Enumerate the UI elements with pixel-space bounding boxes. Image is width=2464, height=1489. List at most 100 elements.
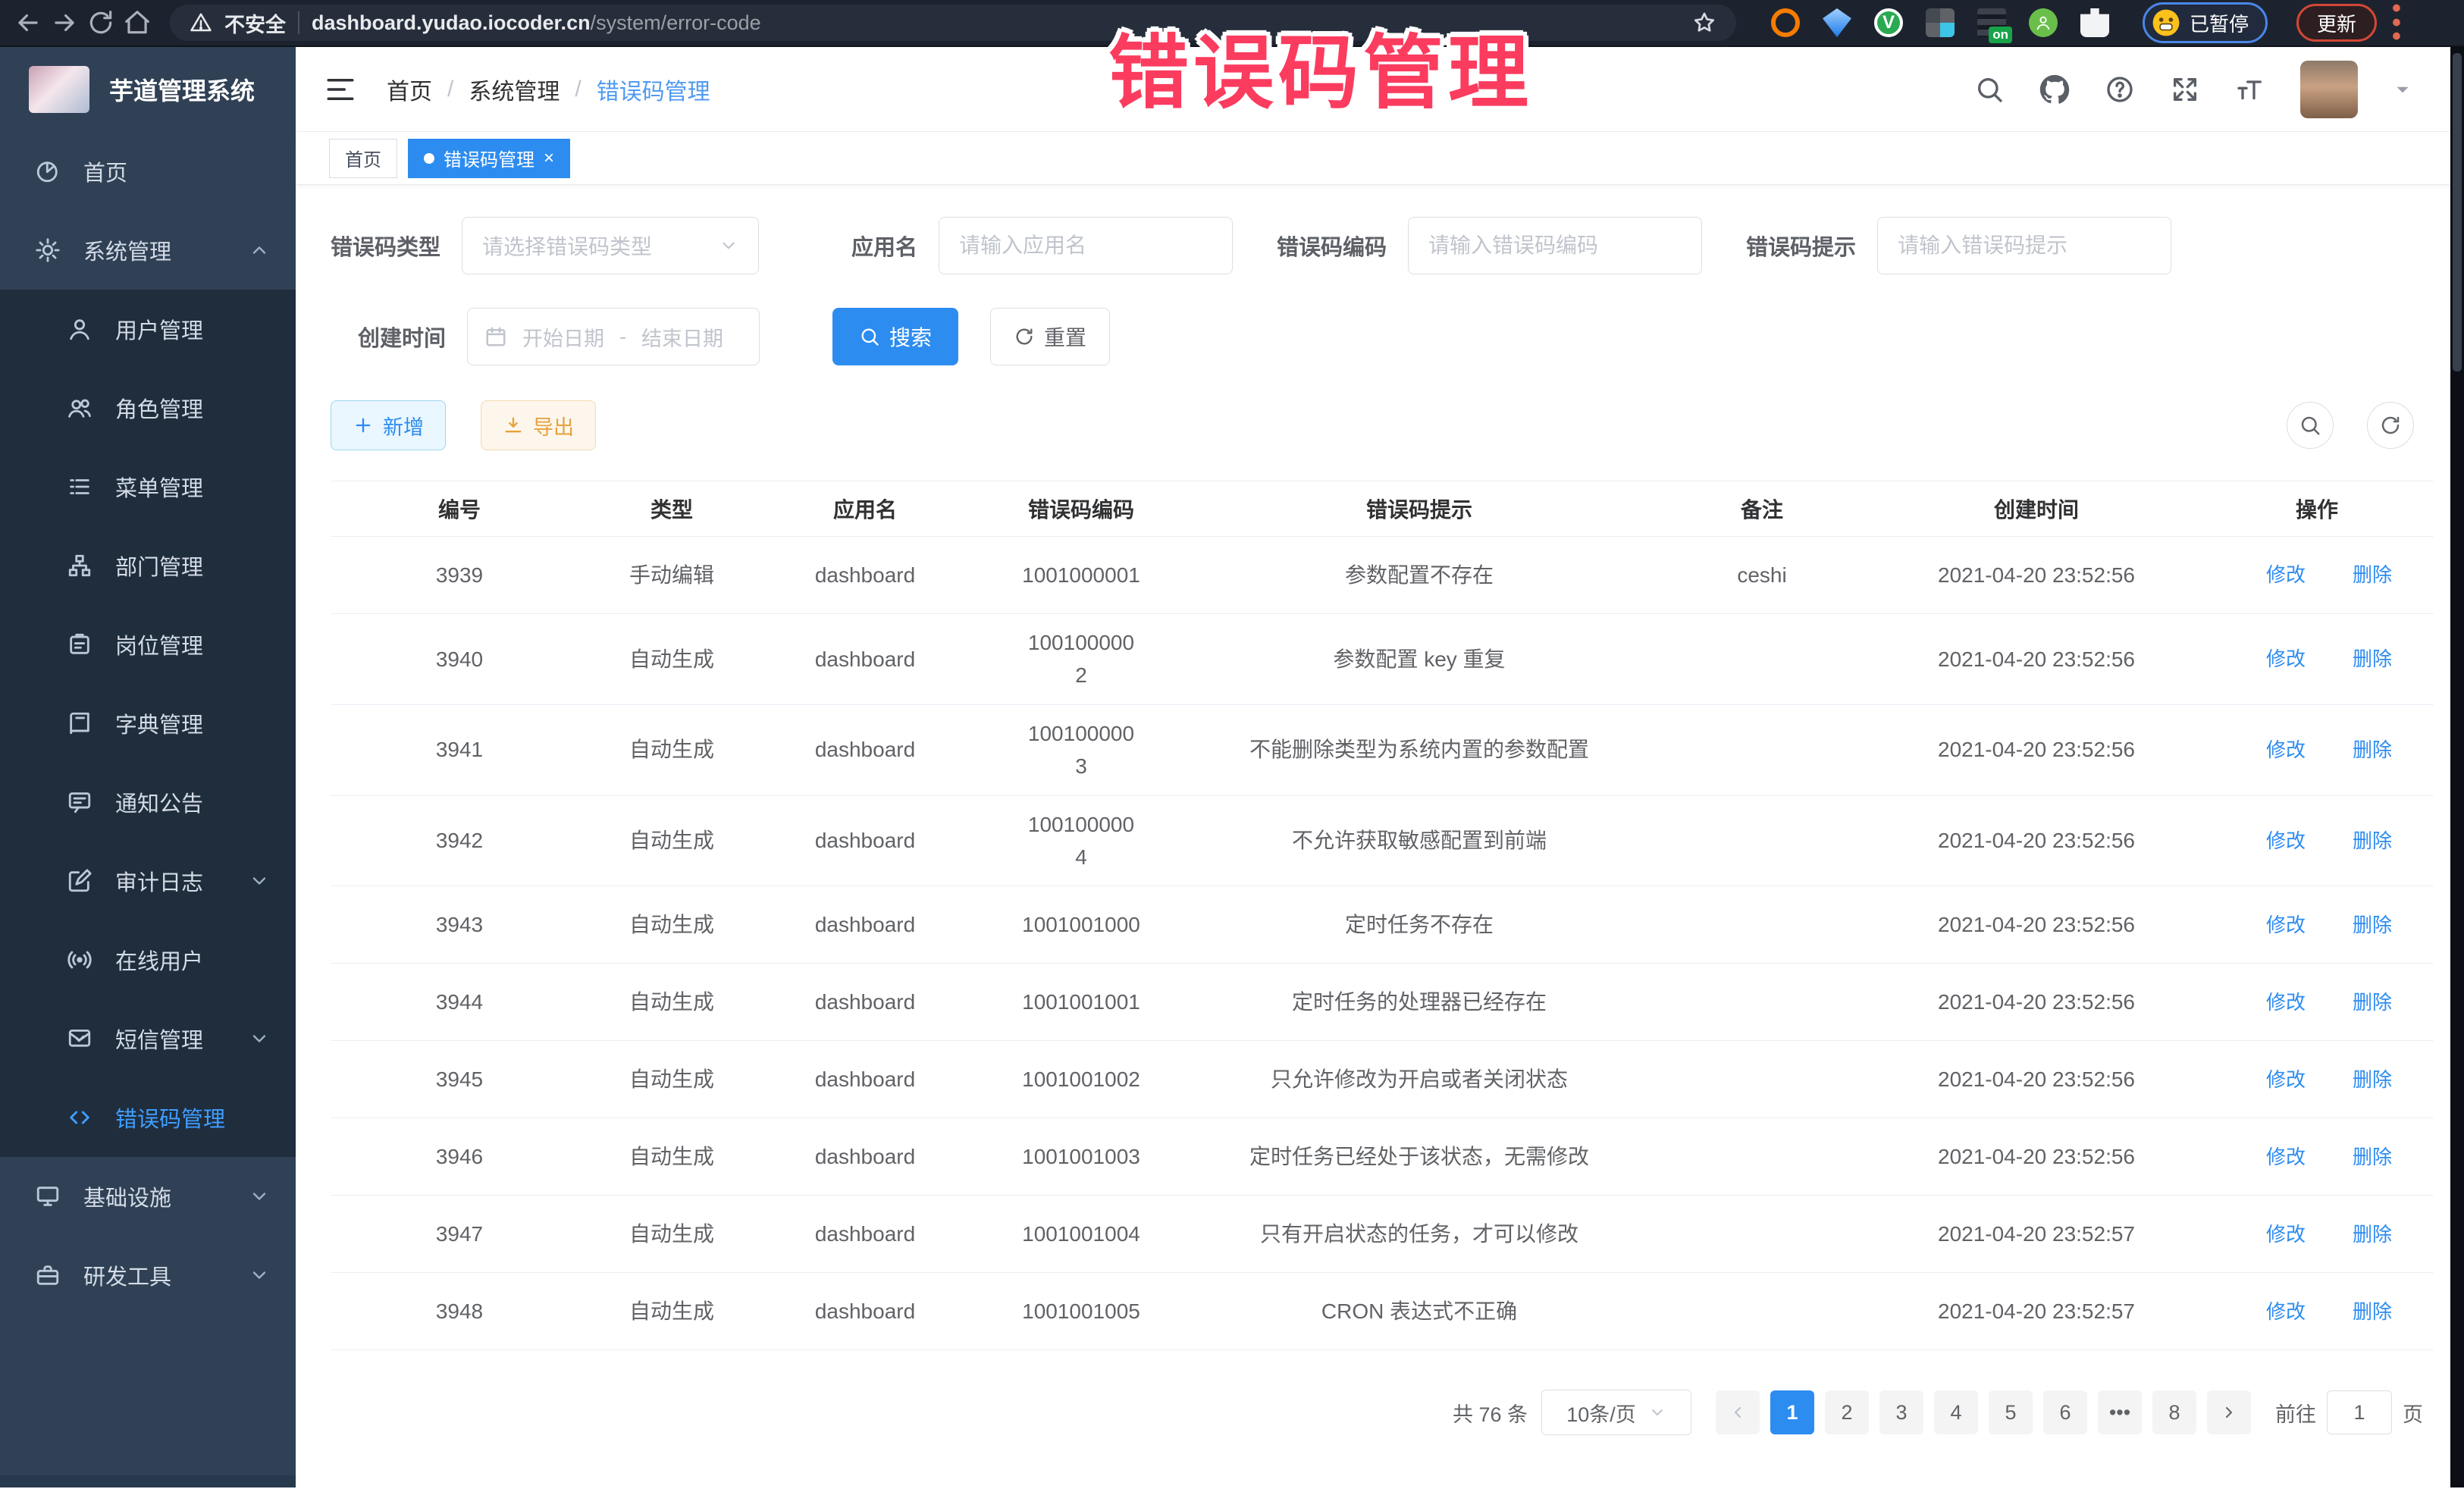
extension-icon[interactable] (1823, 8, 1851, 37)
page-button-3[interactable]: 3 (1879, 1390, 1923, 1434)
app-logo-row[interactable]: 芋道管理系统 (0, 47, 296, 132)
delete-button[interactable]: 删除 (2328, 560, 2392, 590)
delete-button[interactable]: 删除 (2328, 1064, 2392, 1095)
delete-button[interactable]: 删除 (2328, 826, 2392, 856)
fullscreen-icon[interactable] (2170, 74, 2200, 105)
bookmark-star-icon[interactable] (1692, 11, 1716, 35)
edit-button[interactable]: 修改 (2242, 1142, 2306, 1172)
next-page-button[interactable] (2207, 1390, 2251, 1434)
cell-time: 2021-04-20 23:52:56 (1873, 547, 2200, 603)
delete-button[interactable]: 删除 (2328, 735, 2392, 765)
edit-button[interactable]: 修改 (2242, 560, 2306, 590)
page-button-8[interactable]: 8 (2152, 1390, 2196, 1434)
delete-button[interactable]: 删除 (2328, 644, 2392, 674)
error-hint-input[interactable] (1877, 217, 2171, 274)
edit-button[interactable]: 修改 (2242, 735, 2306, 765)
delete-button[interactable]: 删除 (2328, 1142, 2392, 1172)
extension-icon[interactable]: on (1977, 8, 2006, 37)
browser-update-button[interactable]: 更新 (2296, 4, 2377, 42)
reset-button[interactable]: 重置 (990, 308, 1110, 365)
filter-label: 错误码编码 (1277, 230, 1387, 262)
page-button-6[interactable]: 6 (2043, 1390, 2087, 1434)
edit-button[interactable]: 修改 (2242, 1296, 2306, 1327)
sidebar-item-dev-tools[interactable]: 研发工具 (0, 1236, 296, 1315)
close-icon[interactable]: × (544, 149, 554, 168)
more-pages-button[interactable]: ••• (2098, 1390, 2142, 1434)
browser-menu-icon[interactable]: ••• (2392, 2, 2401, 44)
breadcrumb-item[interactable]: 系统管理 (469, 73, 560, 106)
delete-button[interactable]: 删除 (2328, 987, 2392, 1017)
scrollbar[interactable] (2450, 47, 2464, 1487)
sidebar-item-online-user[interactable]: 在线用户 (0, 920, 296, 999)
extension-icon[interactable] (1926, 8, 1955, 37)
extension-icon[interactable] (1771, 8, 1800, 37)
forward-icon[interactable] (50, 8, 79, 37)
search-button[interactable]: 搜索 (832, 308, 958, 365)
sidebar-item-user-management[interactable]: 用户管理 (0, 290, 296, 368)
calendar-icon (484, 325, 507, 348)
sidebar-item-infrastructure[interactable]: 基础设施 (0, 1157, 296, 1236)
edit-button[interactable]: 修改 (2242, 987, 2306, 1017)
sidebar-item-post-management[interactable]: 岗位管理 (0, 605, 296, 684)
prev-page-button[interactable] (1716, 1390, 1760, 1434)
back-icon[interactable] (14, 8, 42, 37)
edit-button[interactable]: 修改 (2242, 910, 2306, 940)
avatar[interactable] (2300, 61, 2358, 118)
extensions-puzzle-icon[interactable] (2080, 8, 2109, 37)
cell-remark (1651, 647, 1873, 671)
annotation-title: 错误码管理 (1108, 8, 1533, 124)
tag-首页[interactable]: 首页 (329, 139, 397, 178)
edit-button[interactable]: 修改 (2242, 1064, 2306, 1095)
refresh-table-button[interactable] (2367, 402, 2414, 449)
sidebar-item-sms-management[interactable]: 短信管理 (0, 999, 296, 1078)
search-icon[interactable] (1974, 74, 2005, 105)
sidebar-item-home[interactable]: 首页 (0, 132, 296, 211)
cell-time: 2021-04-20 23:52:56 (1873, 631, 2200, 688)
page-size-select[interactable]: 10条/页 (1541, 1390, 1691, 1435)
hamburger-icon[interactable] (324, 74, 356, 105)
error-type-select[interactable]: 请选择错误码类型 (462, 217, 759, 274)
edit-button[interactable]: 修改 (2242, 826, 2306, 856)
app-name-input[interactable] (939, 217, 1233, 274)
error-code-input[interactable] (1408, 217, 1702, 274)
github-icon[interactable] (2039, 74, 2070, 105)
extension-icon[interactable]: V (1874, 8, 1903, 37)
delete-button[interactable]: 删除 (2328, 1219, 2392, 1249)
breadcrumb-item[interactable]: 首页 (387, 73, 432, 106)
export-button[interactable]: 导出 (481, 400, 596, 450)
sidebar-item-role-management[interactable]: 角色管理 (0, 368, 296, 447)
sidebar-item-menu-management[interactable]: 菜单管理 (0, 447, 296, 526)
filter-row-1: 错误码类型 请选择错误码类型 应用名 错误码编码 (331, 217, 2434, 274)
toggle-search-button[interactable] (2287, 402, 2334, 449)
profile-paused-chip[interactable]: 已暂停 (2143, 2, 2268, 43)
sidebar-item-system-management[interactable]: 系统管理 (0, 211, 296, 290)
delete-button[interactable]: 删除 (2328, 910, 2392, 940)
edit-button[interactable]: 修改 (2242, 1219, 2306, 1249)
home-icon[interactable] (123, 8, 152, 37)
edit-button[interactable]: 修改 (2242, 644, 2306, 674)
goto-page-input[interactable] (2327, 1390, 2392, 1434)
page-button-4[interactable]: 4 (1934, 1390, 1978, 1434)
chevron-down-icon[interactable] (2393, 80, 2412, 99)
cell-hint: 只允许修改为开启或者关闭状态 (1187, 1051, 1651, 1108)
font-size-icon[interactable] (2235, 74, 2265, 105)
sidebar-item-audit-log[interactable]: 审计日志 (0, 842, 296, 920)
table-row: 3941 自动生成 dashboard 1001000003 不能删除类型为系统… (331, 705, 2434, 796)
page-button-2[interactable]: 2 (1825, 1390, 1869, 1434)
add-button[interactable]: 新增 (331, 400, 446, 450)
sidebar-item-dict-management[interactable]: 字典管理 (0, 684, 296, 763)
help-icon[interactable] (2105, 74, 2135, 105)
cell-code: 1001000004 (975, 796, 1187, 886)
sidebar-item-notice[interactable]: 通知公告 (0, 763, 296, 842)
delete-button[interactable]: 删除 (2328, 1296, 2392, 1327)
reload-icon[interactable] (86, 8, 115, 37)
sidebar-item-error-code-management[interactable]: 错误码管理 (0, 1078, 296, 1157)
page-button-1[interactable]: 1 (1770, 1390, 1814, 1434)
scrollbar-thumb[interactable] (2453, 53, 2462, 371)
tag-错误码管理[interactable]: 错误码管理× (408, 139, 570, 178)
sidebar-item-dept-management[interactable]: 部门管理 (0, 526, 296, 605)
extension-icon[interactable] (2029, 8, 2058, 37)
cell-type: 自动生成 (588, 896, 755, 953)
date-range-picker[interactable]: 开始日期 - 结束日期 (467, 308, 760, 365)
page-button-5[interactable]: 5 (1989, 1390, 2033, 1434)
